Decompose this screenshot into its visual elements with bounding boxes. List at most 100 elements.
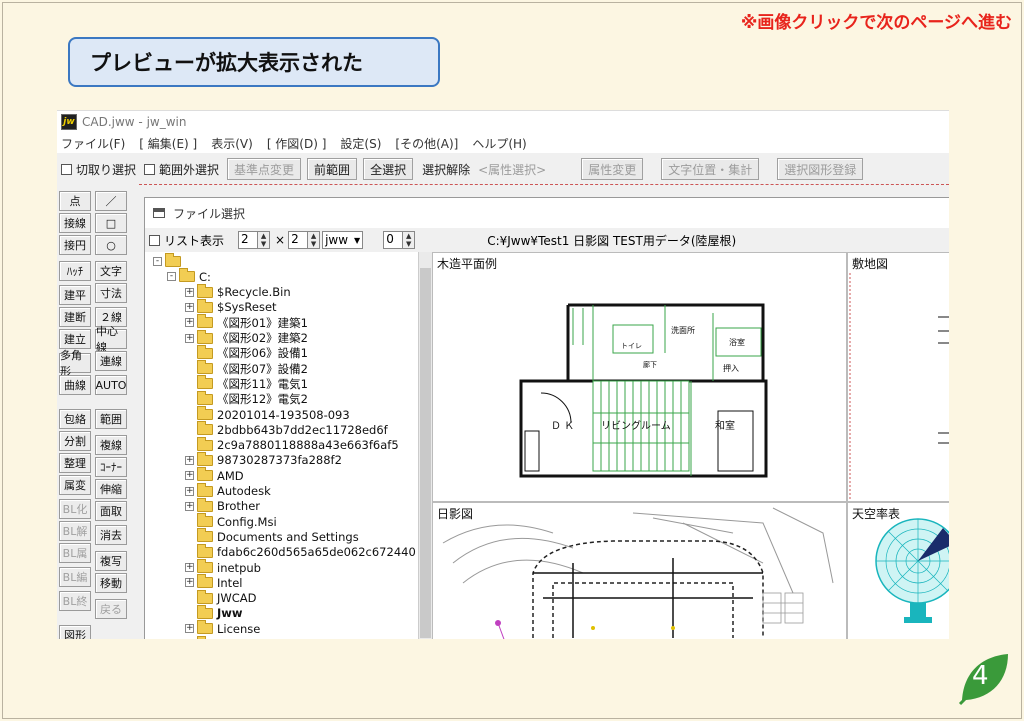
expand-icon[interactable]: + xyxy=(185,302,194,312)
tree-row[interactable]: Config.Msi xyxy=(185,513,277,529)
tool-bl-attr[interactable]: BL属 xyxy=(59,543,91,563)
select-all-button[interactable]: 全選択 xyxy=(363,158,414,180)
tool-plan[interactable]: 建平 xyxy=(59,285,91,305)
tool-undo[interactable]: 戻る xyxy=(95,599,127,619)
rows-spinner[interactable]: 2 ▲ ▼ xyxy=(288,231,321,249)
tool-section[interactable]: 建断 xyxy=(59,307,91,327)
tool-point[interactable]: 点 xyxy=(59,191,91,211)
tool-envelope[interactable]: 包絡 xyxy=(59,409,91,429)
tree-row[interactable]: + Brother xyxy=(185,497,260,514)
prev-range-button[interactable]: 前範囲 xyxy=(307,158,358,180)
tree-row[interactable]: + Intel xyxy=(185,574,242,590)
base-point-button[interactable]: 基準点変更 xyxy=(227,158,302,180)
expand-icon[interactable]: + xyxy=(185,455,194,465)
preview-shadow-diagram[interactable]: 日影図 xyxy=(432,502,847,639)
tool-rect[interactable]: □ xyxy=(95,213,127,233)
outside-select-checkbox[interactable]: 範囲外選択 xyxy=(144,161,219,178)
collapse-icon[interactable]: - xyxy=(167,272,176,282)
cut-select-checkbox[interactable]: 切取り選択 xyxy=(61,161,136,178)
tool-line[interactable]: ／ xyxy=(95,191,127,211)
tool-elevation[interactable]: 建立 xyxy=(59,329,91,349)
tree-row[interactable]: Documents and Settings xyxy=(185,528,359,544)
tool-hatch[interactable]: ﾊｯﾁ xyxy=(59,261,91,281)
tree-row[interactable]: 《図形11》電気1 xyxy=(185,375,308,391)
expand-icon[interactable]: + xyxy=(185,486,194,496)
tool-attr-change[interactable]: 属変 xyxy=(59,475,91,495)
tree-row[interactable]: +98730287373fa288f2 xyxy=(185,451,342,468)
tool-auto[interactable]: AUTO xyxy=(95,375,127,395)
preview-sky-ratio[interactable]: 天空率表 xyxy=(847,502,949,639)
tree-row[interactable]: 《図形07》設備2 xyxy=(185,360,308,376)
expand-icon[interactable]: + xyxy=(185,471,194,481)
tree-row[interactable]: 2bdbb643b7dd2ec11728ed6f xyxy=(185,421,388,437)
tree-scrollbar[interactable] xyxy=(418,252,432,639)
tool-center-line[interactable]: 中心線 xyxy=(95,325,127,354)
menu-settings[interactable]: 設定(S) xyxy=(340,135,381,152)
tree-row[interactable]: + AMD xyxy=(185,467,244,483)
menu-draw[interactable]: [ 作図(D) ] xyxy=(267,135,327,152)
tree-row[interactable]: fdab6c260d565a65de062c672440 xyxy=(185,543,416,560)
tool-connect-line[interactable]: 連線 xyxy=(95,351,127,371)
tree-row[interactable]: 《図形12》電気2 xyxy=(185,390,308,407)
tree-row[interactable]: - xyxy=(153,253,185,269)
menu-view[interactable]: 表示(V) xyxy=(211,135,253,152)
menu-help[interactable]: ヘルプ(H) xyxy=(472,135,526,152)
expand-icon[interactable]: + xyxy=(185,333,194,343)
tool-stretch[interactable]: 伸縮 xyxy=(95,479,127,499)
menu-edit[interactable]: [ 編集(E) ] xyxy=(139,135,197,152)
tool-offset[interactable]: 複線 xyxy=(95,435,127,455)
attr-change-button[interactable]: 属性変更 xyxy=(581,158,644,180)
tree-row[interactable]: + License xyxy=(185,620,260,636)
expand-icon[interactable]: + xyxy=(185,287,194,297)
tool-dimension[interactable]: 寸法 xyxy=(95,283,127,303)
tool-shape[interactable]: 図形 xyxy=(59,625,91,639)
expand-icon[interactable]: + xyxy=(185,624,194,634)
tool-corner[interactable]: ｺｰﾅｰ xyxy=(95,457,127,477)
tool-bl-make[interactable]: BL化 xyxy=(59,499,91,519)
tree-row[interactable]: + 《図形01》建築1 xyxy=(185,314,308,330)
tree-row[interactable]: + 《図形02》建築2 xyxy=(185,329,308,346)
tree-row[interactable]: + inetpub xyxy=(185,559,261,575)
tree-row[interactable]: Logs xyxy=(185,635,244,639)
scroll-thumb[interactable] xyxy=(420,268,431,638)
expand-icon[interactable]: + xyxy=(185,563,194,572)
tool-copy[interactable]: 複写 xyxy=(95,551,127,571)
tree-row[interactable]: + $Recycle.Bin xyxy=(185,283,291,300)
tool-cleanup[interactable]: 整理 xyxy=(59,453,91,473)
expand-icon[interactable]: + xyxy=(185,578,194,588)
tool-range[interactable]: 範囲 xyxy=(95,409,127,429)
tool-text[interactable]: 文字 xyxy=(95,261,127,281)
tree-row[interactable]: - C: xyxy=(167,268,211,284)
tree-row[interactable]: + Autodesk xyxy=(185,482,271,499)
deselect-button[interactable]: 選択解除 xyxy=(419,158,473,180)
text-pos-button[interactable]: 文字位置・集計 xyxy=(661,158,760,180)
tree-row[interactable]: + $SysReset xyxy=(185,298,277,315)
tree-row[interactable]: 《図形06》設備1 xyxy=(185,344,308,361)
tree-row[interactable]: JWCAD xyxy=(185,589,257,606)
number-spinner[interactable]: 0 ▲ ▼ xyxy=(383,231,416,249)
register-shape-button[interactable]: 選択図形登録 xyxy=(777,158,864,180)
expand-icon[interactable]: + xyxy=(185,318,194,328)
attr-select-button[interactable]: <属性選択> xyxy=(475,158,549,180)
tool-bl-edit[interactable]: BL編 xyxy=(59,567,91,587)
tree-row[interactable]: 20201014-193508-093 xyxy=(185,406,350,422)
tool-move[interactable]: 移動 xyxy=(95,573,127,593)
folder-tree[interactable]: - - C: + $Recycle.Bin + $SysReset + 《図形01》建築1 + 《図… xyxy=(145,252,418,639)
list-view-checkbox[interactable]: リスト表示 xyxy=(149,232,224,249)
tool-bl-end[interactable]: BL終 xyxy=(59,591,91,611)
tree-row[interactable]: 2c9a7880118888a43e663f6af5 xyxy=(185,436,399,453)
tool-bl-release[interactable]: BL解 xyxy=(59,521,91,541)
menu-file[interactable]: ファイル(F) xyxy=(61,135,125,152)
tool-erase[interactable]: 消去 xyxy=(95,525,127,545)
next-page-note[interactable]: ※画像クリックで次のページへ進む xyxy=(741,8,1012,33)
preview-floor-plan[interactable]: 木造平面例 Ｄ Ｋ リビングルーム 和室 浴室 洗面所 押入 トイレ 廊下 xyxy=(432,252,847,502)
tool-curve[interactable]: 曲線 xyxy=(59,375,91,395)
tool-divide[interactable]: 分割 xyxy=(59,431,91,451)
tool-polygon[interactable]: 多角形 xyxy=(59,349,91,378)
tool-circle[interactable]: ○ xyxy=(95,235,127,255)
extension-select[interactable]: jww ▼ xyxy=(322,231,364,249)
menu-other[interactable]: [その他(A)] xyxy=(395,135,458,152)
tree-row[interactable]: Jww xyxy=(185,604,243,621)
columns-spinner[interactable]: 2 ▲ ▼ xyxy=(238,231,271,249)
collapse-icon[interactable]: - xyxy=(153,257,162,266)
